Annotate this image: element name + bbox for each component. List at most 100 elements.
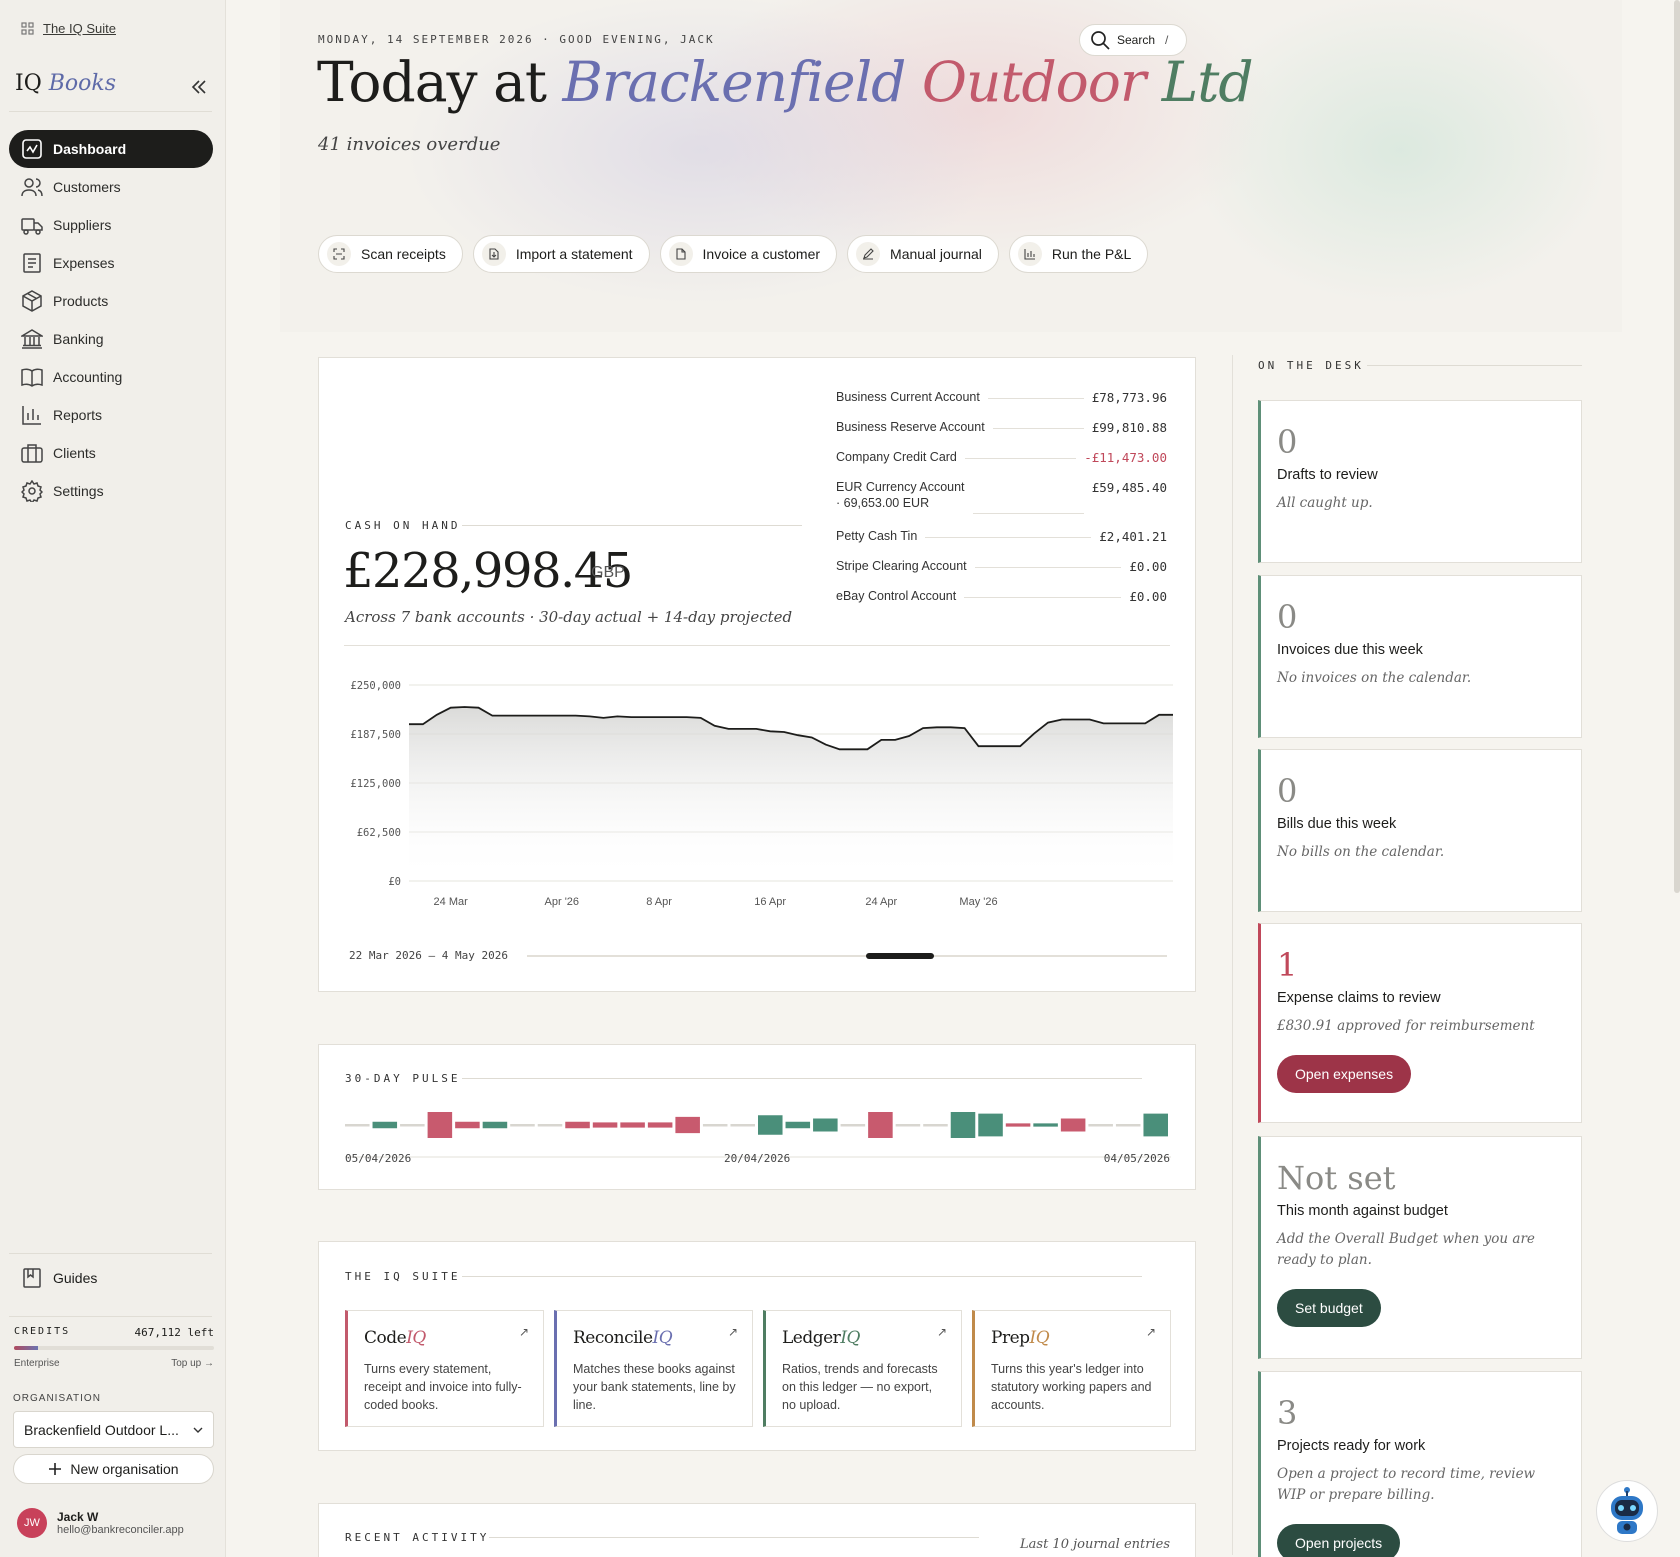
suite-caption: THE IQ SUITE (345, 1270, 461, 1283)
account-row[interactable]: Business Reserve Account £99,810.88 (836, 420, 1167, 435)
pulse-bar-positive[interactable] (813, 1118, 838, 1132)
pulse-bar-positive[interactable] (758, 1115, 783, 1135)
nav-expenses[interactable]: Expenses (9, 244, 213, 282)
nav-reports[interactable]: Reports (9, 396, 213, 434)
nav-customers[interactable]: Customers (9, 168, 213, 206)
organisation-label: ORGANISATION (13, 1393, 101, 1404)
assistant-bot-button[interactable] (1596, 1480, 1658, 1542)
avatar: JW (17, 1508, 47, 1538)
credits-label: CREDITS (14, 1326, 71, 1337)
desk-title: Bills due this week (1277, 816, 1397, 832)
pulse-bar-flat (702, 1124, 728, 1127)
pulse-bar-chart[interactable] (319, 1085, 1197, 1185)
import-statement-button[interactable]: Import a statement (472, 235, 650, 273)
guides-link[interactable]: Guides (9, 1260, 213, 1296)
account-row[interactable]: eBay Control Account £0.00 (836, 589, 1167, 604)
pulse-start-date: 05/04/2026 (345, 1152, 412, 1165)
user-name: Jack W (57, 1510, 99, 1524)
pulse-bar-flat (345, 1124, 370, 1127)
desk-subtitle: Open a project to record time, review WI… (1277, 1466, 1536, 1503)
expense-claims-card[interactable]: 1 Expense claims to review £830.91 appro… (1258, 923, 1582, 1123)
credits-value: 467,112 left (134, 1326, 214, 1339)
suite-tiles: CodeIQ Turns every statement, receipt an… (345, 1310, 1171, 1427)
desk-count: 1 (1277, 946, 1298, 984)
pulse-bar-positive[interactable] (785, 1121, 811, 1129)
tile-name: Code (364, 1328, 407, 1348)
suite-link-label[interactable]: The IQ Suite (43, 21, 116, 36)
nav-dashboard[interactable]: Dashboard (9, 130, 213, 168)
pulse-bar-positive[interactable] (1033, 1123, 1058, 1127)
nav-clients[interactable]: Clients (9, 434, 213, 472)
caption-rule (1367, 365, 1582, 366)
open-projects-button[interactable]: Open projects (1277, 1524, 1401, 1557)
reconcileiq-tile[interactable]: ReconcileIQ Matches these books against … (554, 1310, 753, 1427)
pulse-bar-positive[interactable] (1143, 1113, 1168, 1137)
manual-journal-button[interactable]: Manual journal (847, 235, 999, 273)
pulse-bar-negative[interactable] (565, 1121, 590, 1129)
top-up-link[interactable]: Top up → (171, 1358, 214, 1369)
desk-subtitle: Add the Overall Budget when you are read… (1277, 1231, 1535, 1268)
box-icon (22, 290, 42, 312)
caption-rule (462, 525, 802, 526)
chart-icon (1017, 242, 1042, 266)
projects-card[interactable]: 3 Projects ready for work Open a project… (1258, 1371, 1582, 1557)
account-balance: £0.00 (1129, 589, 1167, 604)
pulse-bar-positive[interactable] (372, 1121, 398, 1129)
pulse-bar-positive[interactable] (482, 1121, 508, 1129)
account-balance: £78,773.96 (1091, 390, 1167, 405)
scan-receipts-button[interactable]: Scan receipts (318, 235, 463, 273)
nav-accounting[interactable]: Accounting (9, 358, 213, 396)
nav-suppliers[interactable]: Suppliers (9, 206, 213, 244)
nav-banking[interactable]: Banking (9, 320, 213, 358)
budget-card[interactable]: Not set This month against budget Add th… (1258, 1136, 1582, 1359)
pulse-bar-negative[interactable] (427, 1112, 453, 1138)
organisation-select[interactable]: Brackenfield Outdoor L... (13, 1411, 214, 1448)
account-row[interactable]: Petty Cash Tin £2,401.21 (836, 529, 1167, 544)
nav-settings[interactable]: Settings (9, 472, 213, 510)
y-tick-label: £62,500 (357, 827, 401, 839)
credits-bar (14, 1346, 214, 1350)
search-shortcut: / (1165, 33, 1169, 47)
account-row[interactable]: EUR Currency Account · 69,653.00 EUR £59,4… (836, 480, 1167, 514)
caption-rule (462, 1276, 1142, 1277)
set-budget-button[interactable]: Set budget (1277, 1289, 1381, 1327)
pulse-bar-negative[interactable] (675, 1116, 700, 1134)
nav-label: Customers (53, 179, 121, 195)
pulse-bar-negative[interactable] (620, 1122, 645, 1128)
range-slider-track[interactable] (527, 955, 1167, 957)
drafts-card[interactable]: 0 Drafts to review All caught up. (1258, 400, 1582, 563)
pulse-bar-flat (730, 1124, 755, 1127)
codeiq-tile[interactable]: CodeIQ Turns every statement, receipt an… (345, 1310, 544, 1427)
pulse-bar-negative[interactable] (592, 1122, 618, 1128)
suite-link[interactable]: The IQ Suite (21, 21, 116, 36)
invoices-due-card[interactable]: 0 Invoices due this week No invoices on … (1258, 575, 1582, 738)
pulse-bar-negative[interactable] (868, 1112, 893, 1138)
cash-subtitle: Across 7 bank accounts · 30-day actual +… (345, 608, 793, 626)
bank-icon (21, 329, 43, 349)
new-organisation-button[interactable]: New organisation (13, 1454, 214, 1484)
action-label: Run the P&L (1051, 246, 1132, 262)
pulse-bar-negative[interactable] (455, 1121, 480, 1129)
pulse-bar-positive[interactable] (950, 1112, 976, 1138)
account-row[interactable]: Company Credit Card -£11,473.00 (836, 450, 1167, 465)
open-expenses-button[interactable]: Open expenses (1277, 1055, 1412, 1093)
pulse-bar-negative[interactable] (1005, 1123, 1031, 1127)
nav-products[interactable]: Products (9, 282, 213, 320)
x-tick-label: 24 Apr (865, 896, 897, 908)
run-pl-button[interactable]: Run the P&L (1008, 235, 1149, 273)
user-profile[interactable]: JW Jack W hello@bankreconciler.app (17, 1508, 184, 1538)
bills-due-card[interactable]: 0 Bills due this week No bills on the ca… (1258, 749, 1582, 912)
account-row[interactable]: Business Current Account £78,773.96 (836, 390, 1167, 405)
invoice-customer-button[interactable]: Invoice a customer (659, 235, 838, 273)
ledgeriq-tile[interactable]: LedgerIQ Ratios, trends and forecasts on… (763, 1310, 962, 1427)
pulse-bar-positive[interactable] (978, 1113, 1003, 1137)
collapse-sidebar-button[interactable] (188, 76, 210, 98)
prepiq-tile[interactable]: PrepIQ Turns this year's ledger into sta… (972, 1310, 1171, 1427)
scrollbar[interactable] (1674, 0, 1680, 893)
nav-label: Expenses (53, 255, 115, 271)
cash-area-chart[interactable]: £250,000 £187,500 £125,000 £62,500 £0 24 Mar A… (319, 675, 1197, 935)
pulse-bar-negative[interactable] (1060, 1118, 1086, 1132)
range-slider-thumb[interactable] (866, 953, 934, 959)
pulse-bar-negative[interactable] (647, 1122, 673, 1128)
account-row[interactable]: Stripe Clearing Account £0.00 (836, 559, 1167, 574)
